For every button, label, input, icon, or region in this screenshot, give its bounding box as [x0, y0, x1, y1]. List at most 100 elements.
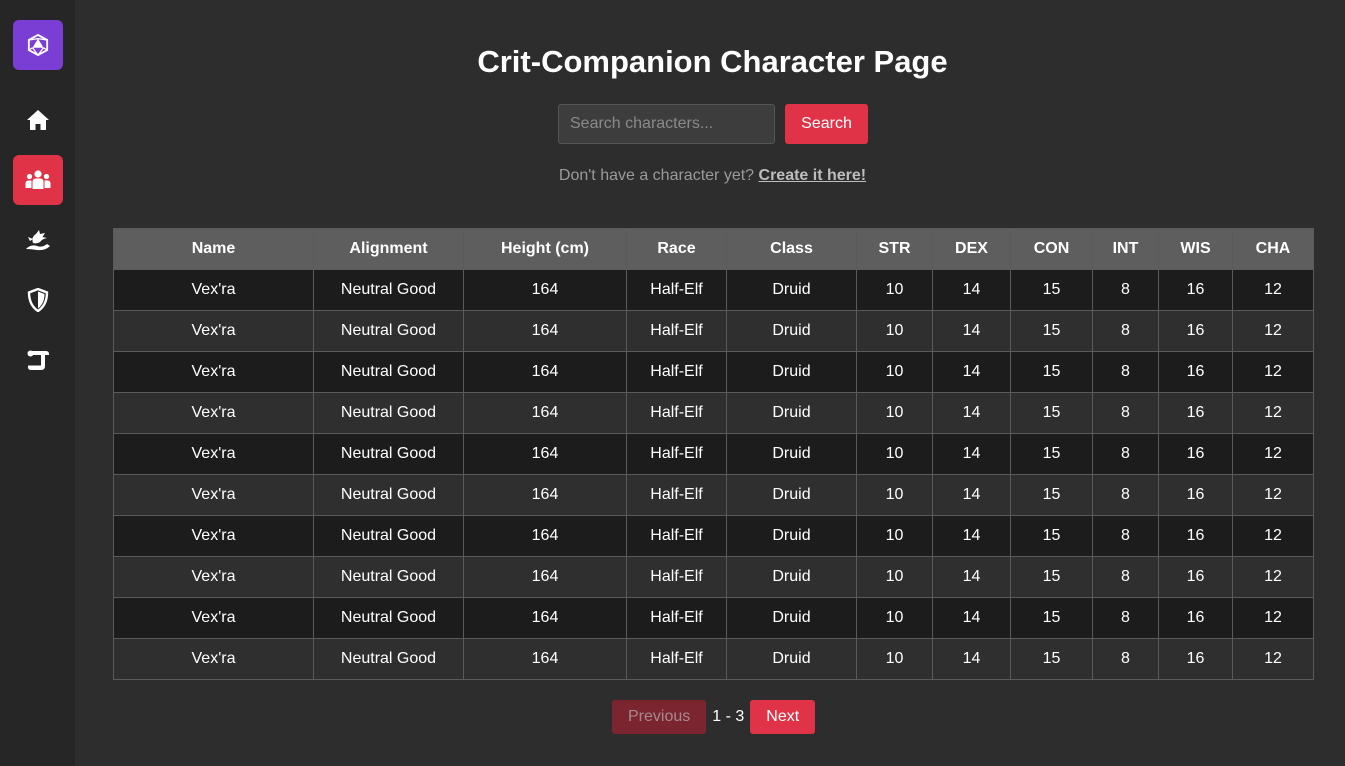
cell-str: 10 — [856, 351, 933, 393]
create-prompt-text: Don't have a character yet? — [558, 167, 755, 184]
cell-dex: 14 — [932, 433, 1011, 475]
cell-class: Druid — [726, 433, 857, 475]
cell-name: Vex'ra — [113, 515, 314, 557]
cell-str: 10 — [856, 310, 933, 352]
cell-race: Half-Elf — [626, 515, 727, 557]
cell-alignment: Neutral Good — [313, 310, 464, 352]
cell-str: 10 — [856, 597, 933, 639]
cell-race: Half-Elf — [626, 474, 727, 516]
column-header-str: STR — [856, 228, 933, 270]
cell-height: 164 — [463, 310, 627, 352]
cell-str: 10 — [856, 556, 933, 598]
cell-int: 8 — [1092, 515, 1159, 557]
cell-con: 15 — [1010, 474, 1093, 516]
cell-height: 164 — [463, 474, 627, 516]
sidebar-item-campaigns[interactable] — [13, 335, 63, 385]
cell-name: Vex'ra — [113, 269, 314, 311]
cell-con: 15 — [1010, 269, 1093, 311]
cell-name: Vex'ra — [113, 474, 314, 516]
column-header-height: Height (cm) — [463, 228, 627, 270]
cell-height: 164 — [463, 433, 627, 475]
cell-alignment: Neutral Good — [313, 269, 464, 311]
cell-class: Druid — [726, 351, 857, 393]
table-row[interactable]: Vex'ra Neutral Good 164 Half-Elf Druid 10 14 15… — [113, 351, 1314, 393]
cell-wis: 16 — [1158, 556, 1233, 598]
page-title: Crit-Companion Character Page — [477, 44, 948, 79]
cell-class: Druid — [726, 597, 857, 639]
cell-name: Vex'ra — [113, 310, 314, 352]
search-input[interactable] — [558, 104, 775, 144]
column-header-cha: CHA — [1232, 228, 1314, 270]
logo-button[interactable] — [13, 20, 63, 70]
cell-wis: 16 — [1158, 638, 1233, 680]
cell-int: 8 — [1092, 597, 1159, 639]
cell-race: Half-Elf — [626, 433, 727, 475]
cell-dex: 14 — [932, 515, 1011, 557]
sidebar-item-characters[interactable] — [13, 155, 63, 205]
cell-cha: 12 — [1232, 392, 1314, 434]
cell-height: 164 — [463, 392, 627, 434]
cell-height: 164 — [463, 515, 627, 557]
cell-wis: 16 — [1158, 474, 1233, 516]
create-character-link[interactable]: Create it here! — [759, 167, 867, 184]
column-header-dex: DEX — [932, 228, 1011, 270]
cell-cha: 12 — [1232, 638, 1314, 680]
sidebar-item-equipment[interactable] — [13, 275, 63, 325]
cell-alignment: Neutral Good — [313, 433, 464, 475]
next-button[interactable]: Next — [750, 700, 816, 734]
cell-class: Druid — [726, 515, 857, 557]
cell-height: 164 — [463, 269, 627, 311]
table-header: Name Alignment Height (cm) Race Class STR DEX C… — [113, 228, 1314, 270]
table-row[interactable]: Vex'ra Neutral Good 164 Half-Elf Druid 10 14 15… — [113, 556, 1314, 598]
cell-con: 15 — [1010, 556, 1093, 598]
table-row[interactable]: Vex'ra Neutral Good 164 Half-Elf Druid 10 14 15… — [113, 433, 1314, 475]
cell-cha: 12 — [1232, 597, 1314, 639]
cell-wis: 16 — [1158, 310, 1233, 352]
cell-race: Half-Elf — [626, 556, 727, 598]
table-row[interactable]: Vex'ra Neutral Good 164 Half-Elf Druid 10 14 15… — [113, 638, 1314, 680]
pagination: Previous 1 - 3 Next — [612, 700, 816, 734]
column-header-name: Name — [113, 228, 314, 270]
cell-int: 8 — [1092, 474, 1159, 516]
users-icon — [25, 169, 51, 191]
cell-name: Vex'ra — [113, 597, 314, 639]
cell-race: Half-Elf — [626, 310, 727, 352]
table-row[interactable]: Vex'ra Neutral Good 164 Half-Elf Druid 10 14 15… — [113, 474, 1314, 516]
cell-class: Druid — [726, 269, 857, 311]
cell-race: Half-Elf — [626, 351, 727, 393]
cell-class: Druid — [726, 392, 857, 434]
table-row[interactable]: Vex'ra Neutral Good 164 Half-Elf Druid 10 14 15… — [113, 310, 1314, 352]
cell-cha: 12 — [1232, 351, 1314, 393]
column-header-race: Race — [626, 228, 727, 270]
cell-race: Half-Elf — [626, 638, 727, 680]
table-row[interactable]: Vex'ra Neutral Good 164 Half-Elf Druid 10 14 15… — [113, 597, 1314, 639]
app-root: Crit-Companion Character Page Search Don… — [0, 0, 1345, 766]
sidebar-item-monsters[interactable] — [13, 215, 63, 265]
table-row[interactable]: Vex'ra Neutral Good 164 Half-Elf Druid 10 14 15… — [113, 392, 1314, 434]
cell-cha: 12 — [1232, 269, 1314, 311]
sidebar-item-home[interactable] — [13, 95, 63, 145]
cell-str: 10 — [856, 474, 933, 516]
cell-wis: 16 — [1158, 392, 1233, 434]
characters-table: Name Alignment Height (cm) Race Class STR DEX C… — [113, 228, 1314, 680]
cell-dex: 14 — [932, 556, 1011, 598]
cell-cha: 12 — [1232, 433, 1314, 475]
shield-icon — [27, 288, 49, 312]
cell-alignment: Neutral Good — [313, 556, 464, 598]
table-row[interactable]: Vex'ra Neutral Good 164 Half-Elf Druid 10 14 15… — [113, 269, 1314, 311]
cell-alignment: Neutral Good — [313, 515, 464, 557]
previous-button[interactable]: Previous — [612, 700, 707, 734]
table-row[interactable]: Vex'ra Neutral Good 164 Half-Elf Druid 10 14 15… — [113, 515, 1314, 557]
cell-alignment: Neutral Good — [313, 474, 464, 516]
cell-race: Half-Elf — [626, 269, 727, 311]
cell-int: 8 — [1092, 269, 1159, 311]
cell-height: 164 — [463, 351, 627, 393]
search-button[interactable]: Search — [785, 104, 868, 144]
cell-str: 10 — [856, 638, 933, 680]
scroll-icon — [26, 349, 50, 371]
cell-wis: 16 — [1158, 433, 1233, 475]
cell-alignment: Neutral Good — [313, 392, 464, 434]
cell-str: 10 — [856, 392, 933, 434]
cell-str: 10 — [856, 433, 933, 475]
column-header-alignment: Alignment — [313, 228, 464, 270]
